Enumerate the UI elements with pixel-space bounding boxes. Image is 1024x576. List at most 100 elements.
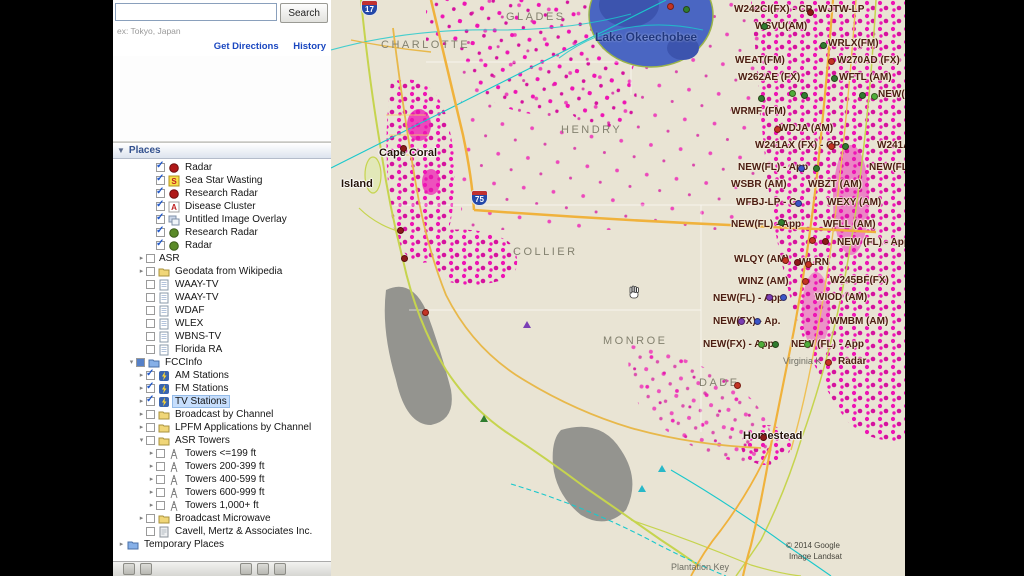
- item-checkbox[interactable]: [146, 527, 155, 536]
- places-tree-item[interactable]: WAAY-TV: [113, 291, 331, 304]
- station-marker[interactable]: [805, 261, 812, 268]
- station-label[interactable]: WBZT (AM): [808, 179, 862, 190]
- expand-icon[interactable]: ▸: [137, 254, 146, 263]
- station-marker[interactable]: [813, 165, 820, 172]
- places-tree-item[interactable]: SSea Star Wasting: [113, 174, 331, 187]
- station-label[interactable]: WFTL (AM): [839, 72, 892, 83]
- station-marker[interactable]: [683, 6, 690, 13]
- station-marker[interactable]: [758, 95, 765, 102]
- station-label[interactable]: NEW(FL) -: [869, 162, 905, 173]
- station-marker[interactable]: [804, 341, 811, 348]
- expand-icon[interactable]: ▸: [137, 384, 146, 393]
- station-marker[interactable]: [734, 382, 741, 389]
- station-marker[interactable]: [758, 341, 765, 348]
- item-checkbox[interactable]: [146, 410, 155, 419]
- item-checkbox[interactable]: [146, 384, 155, 393]
- poi-marker[interactable]: [480, 415, 488, 422]
- places-tree-item[interactable]: ▸Towers 600-999 ft: [113, 486, 331, 499]
- expand-icon[interactable]: ▸: [147, 475, 156, 484]
- places-panel-header[interactable]: ▼ Places: [113, 142, 331, 159]
- station-marker[interactable]: [801, 92, 808, 99]
- station-marker[interactable]: [795, 200, 802, 207]
- station-marker[interactable]: [842, 143, 849, 150]
- places-tree-item[interactable]: ADisease Cluster: [113, 200, 331, 213]
- station-marker[interactable]: [780, 294, 787, 301]
- places-tree-item[interactable]: ▸LPFM Applications by Channel: [113, 421, 331, 434]
- expand-icon[interactable]: ▸: [137, 267, 146, 276]
- search-button[interactable]: Search: [280, 3, 328, 23]
- station-label[interactable]: WEXY (AM): [827, 197, 881, 208]
- places-tree-item[interactable]: ▾ASR Towers: [113, 434, 331, 447]
- station-label[interactable]: WINZ (AM): [738, 276, 789, 287]
- places-tree-item[interactable]: ▸Geodata from Wikipedia: [113, 265, 331, 278]
- expand-icon[interactable]: ▸: [147, 462, 156, 471]
- expand-icon[interactable]: ▸: [147, 488, 156, 497]
- collapse-icon[interactable]: ▾: [137, 436, 146, 445]
- collapse-icon[interactable]: ▾: [127, 358, 136, 367]
- item-checkbox[interactable]: [146, 371, 155, 380]
- station-label[interactable]: WDJA (AM): [779, 123, 833, 134]
- station-label[interactable]: W242CI(FX) - CP: [734, 4, 812, 15]
- station-label[interactable]: WFLL (AM): [823, 219, 876, 230]
- item-checkbox[interactable]: [156, 163, 165, 172]
- station-marker[interactable]: [774, 126, 781, 133]
- station-label[interactable]: WEAT(FM): [735, 55, 785, 66]
- station-label[interactable]: W245BF(FX): [830, 275, 889, 286]
- places-tree-item[interactable]: Florida RA: [113, 343, 331, 356]
- places-tree-item[interactable]: WBNS-TV: [113, 330, 331, 343]
- places-tree-item[interactable]: ▸Temporary Places: [113, 538, 331, 551]
- expand-icon[interactable]: ▸: [137, 397, 146, 406]
- poi-marker[interactable]: [638, 485, 646, 492]
- station-marker[interactable]: [859, 92, 866, 99]
- toolbar-icon[interactable]: [257, 563, 269, 575]
- station-marker[interactable]: [761, 23, 768, 30]
- item-checkbox[interactable]: [146, 514, 155, 523]
- places-tree-item[interactable]: Research Radar: [113, 226, 331, 239]
- item-checkbox[interactable]: [156, 501, 165, 510]
- station-label[interactable]: W241AX(FX: [877, 140, 905, 151]
- toolbar-icon[interactable]: [240, 563, 252, 575]
- places-tree-item[interactable]: ▸Towers 400-599 ft: [113, 473, 331, 486]
- places-tree-item[interactable]: ▸ASR: [113, 252, 331, 265]
- station-label[interactable]: WRMF (FM): [731, 106, 786, 117]
- places-tree-item[interactable]: ▸TV Stations: [113, 395, 331, 408]
- toolbar-icon[interactable]: [123, 563, 135, 575]
- station-label[interactable]: WJTW-LP: [818, 4, 864, 15]
- station-marker[interactable]: [401, 255, 408, 262]
- station-marker[interactable]: [825, 359, 832, 366]
- station-label[interactable]: WRLX(FM): [828, 38, 879, 49]
- expand-icon[interactable]: ▸: [137, 514, 146, 523]
- station-marker[interactable]: [828, 143, 835, 150]
- item-checkbox[interactable]: [156, 449, 165, 458]
- expand-icon[interactable]: ▸: [147, 449, 156, 458]
- station-marker[interactable]: [760, 434, 767, 441]
- station-marker[interactable]: [820, 42, 827, 49]
- history-link[interactable]: History: [293, 41, 326, 52]
- station-label[interactable]: W270AD (FX): [837, 55, 900, 66]
- station-marker[interactable]: [667, 3, 674, 10]
- station-marker[interactable]: [802, 278, 809, 285]
- station-marker[interactable]: [794, 259, 801, 266]
- expand-icon[interactable]: ▸: [137, 410, 146, 419]
- places-tree-item[interactable]: ▸Towers 1,000+ ft: [113, 499, 331, 512]
- station-marker[interactable]: [782, 257, 789, 264]
- item-checkbox[interactable]: [146, 306, 155, 315]
- station-label[interactable]: NEW(FX) - Ap.: [713, 316, 780, 327]
- places-tree-item[interactable]: WLEX: [113, 317, 331, 330]
- station-marker[interactable]: [789, 90, 796, 97]
- poi-marker[interactable]: [658, 465, 666, 472]
- station-marker[interactable]: [766, 294, 773, 301]
- item-checkbox[interactable]: [146, 293, 155, 302]
- item-checkbox[interactable]: [156, 189, 165, 198]
- expand-icon[interactable]: ▸: [137, 371, 146, 380]
- station-marker[interactable]: [871, 93, 878, 100]
- station-marker[interactable]: [738, 318, 745, 325]
- item-checkbox[interactable]: [146, 267, 155, 276]
- station-label[interactable]: Radar: [838, 356, 866, 367]
- station-marker[interactable]: [822, 238, 829, 245]
- station-label[interactable]: NEW(FL) - App: [731, 219, 801, 230]
- station-label[interactable]: WFBJ-LP - C: [736, 197, 796, 208]
- item-checkbox[interactable]: [156, 215, 165, 224]
- toolbar-icon[interactable]: [274, 563, 286, 575]
- item-checkbox[interactable]: [136, 358, 145, 367]
